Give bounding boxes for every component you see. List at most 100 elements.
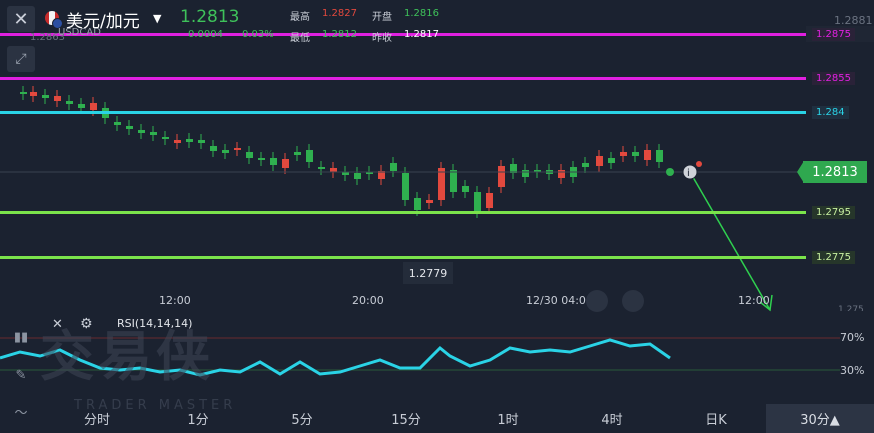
low-value: 1.2812	[322, 29, 357, 40]
candle-body	[282, 159, 289, 168]
price-tag-1-text: 1.2875	[812, 27, 855, 41]
candle-body	[438, 168, 445, 200]
rsi-70-label: 70%	[840, 331, 865, 344]
ghost-high-label: 1.2863	[30, 32, 65, 43]
candle-body	[644, 150, 651, 160]
tab-4hour[interactable]: 4时	[590, 404, 634, 433]
open-value: 1.2816	[404, 8, 439, 19]
candle-body	[390, 163, 397, 171]
candle-body	[210, 146, 217, 151]
candle-body	[558, 170, 565, 178]
rsi-30-label: 30%	[840, 364, 865, 377]
resistance-line-2[interactable]	[0, 77, 806, 80]
tab-1hour[interactable]: 1时	[488, 404, 528, 433]
candle-body	[474, 192, 481, 212]
price-change-pct: 0.03%	[242, 29, 274, 40]
high-value: 1.2827	[322, 8, 357, 19]
time-label-1: 12:00	[159, 294, 191, 307]
candle-body	[426, 200, 433, 203]
current-price: 1.2813	[180, 7, 240, 27]
candle-body	[294, 152, 301, 155]
price-tag-4-text: 1.2795	[812, 205, 855, 219]
candle-body	[608, 158, 615, 163]
candles-group	[20, 86, 663, 218]
candle-body	[126, 126, 133, 129]
price-tag-2-text: 1.2855	[812, 71, 855, 85]
candle-body	[54, 96, 61, 101]
current-price-tag: 1.2813	[803, 161, 867, 183]
candle-body	[656, 150, 663, 162]
candle-body	[198, 140, 205, 143]
tab-30min[interactable]: 30分▲	[766, 404, 874, 433]
candle-body	[402, 173, 409, 200]
prev-close-value: 1.2817	[404, 29, 439, 40]
candle-body	[498, 166, 505, 187]
candle-body	[330, 168, 337, 172]
candle-body	[186, 139, 193, 142]
rsi-close-icon[interactable]: ✕	[52, 317, 63, 332]
price-change: 0.0004	[188, 29, 223, 40]
candle-body	[174, 140, 181, 143]
scroll-dot-2[interactable]	[622, 290, 644, 312]
open-label: 开盘	[372, 12, 392, 23]
info-glyph: i	[687, 168, 690, 179]
candle-body	[234, 148, 241, 150]
red-dot	[696, 161, 702, 167]
candle-body	[522, 170, 529, 177]
candle-body	[222, 150, 229, 153]
candle-body	[306, 150, 313, 162]
current-dot	[666, 168, 674, 176]
price-tag-5-text: 1.2775	[812, 250, 855, 264]
time-label-4: 12:00	[738, 294, 770, 307]
resistance-line-1[interactable]	[0, 33, 806, 36]
min-price-label: 1.2779	[403, 262, 453, 284]
candle-body	[258, 158, 265, 160]
candle-body	[246, 152, 253, 158]
resistance-line-3[interactable]	[0, 111, 806, 114]
close-button[interactable]: ✕	[7, 6, 35, 32]
support-line-2[interactable]	[0, 256, 806, 259]
candle-body	[20, 92, 27, 94]
tab-15min[interactable]: 15分	[384, 404, 428, 433]
forecast-arrow	[689, 171, 771, 311]
time-label-2: 20:00	[352, 294, 384, 307]
candle-body	[270, 158, 277, 165]
rsi-settings-icon[interactable]: ⚙	[80, 316, 93, 332]
tab-5min[interactable]: 5分	[282, 404, 322, 433]
candle-body	[414, 198, 421, 210]
candle-body	[114, 122, 121, 125]
candle-body	[582, 163, 589, 167]
scroll-dot-1[interactable]	[586, 290, 608, 312]
line-chart-icon[interactable]: 〜	[8, 400, 34, 422]
tab-timeshare[interactable]: 分时	[74, 404, 120, 433]
draw-pencil-icon[interactable]: ✎	[8, 364, 34, 386]
candle-body	[162, 137, 169, 139]
candle-body	[486, 193, 493, 208]
indicator-icon[interactable]: ▮▮	[8, 326, 34, 348]
price-tag-3: 1.284	[806, 104, 874, 120]
candle-body	[462, 186, 469, 192]
symbol-dropdown-icon[interactable]: ▼	[153, 12, 161, 25]
low-label: 最低	[290, 33, 310, 44]
candle-body	[42, 95, 49, 98]
tab-daily[interactable]: 日K	[694, 404, 738, 433]
high-label: 最高	[290, 12, 310, 23]
candle-body	[318, 167, 325, 169]
info-marker-icon	[682, 164, 698, 180]
candle-body	[354, 173, 361, 179]
candle-body	[450, 170, 457, 192]
candle-body	[78, 104, 85, 108]
candle-body	[596, 156, 603, 166]
rsi-label: RSI(14,14,14)	[117, 317, 193, 330]
support-line-1[interactable]	[0, 211, 806, 214]
candle-body	[620, 152, 627, 156]
price-tag-5: 1.2775	[806, 249, 874, 265]
price-tag-2: 1.2855	[806, 70, 874, 86]
candle-body	[66, 101, 73, 104]
prev-close-label: 昨收	[372, 33, 392, 44]
tab-1min[interactable]: 1分	[178, 404, 218, 433]
expand-button[interactable]: ⤢	[7, 46, 35, 72]
time-label-3: 12/30 04:00	[526, 294, 593, 307]
price-tag-4: 1.2795	[806, 204, 874, 220]
axis-bottom-label: 1.275	[838, 305, 864, 311]
